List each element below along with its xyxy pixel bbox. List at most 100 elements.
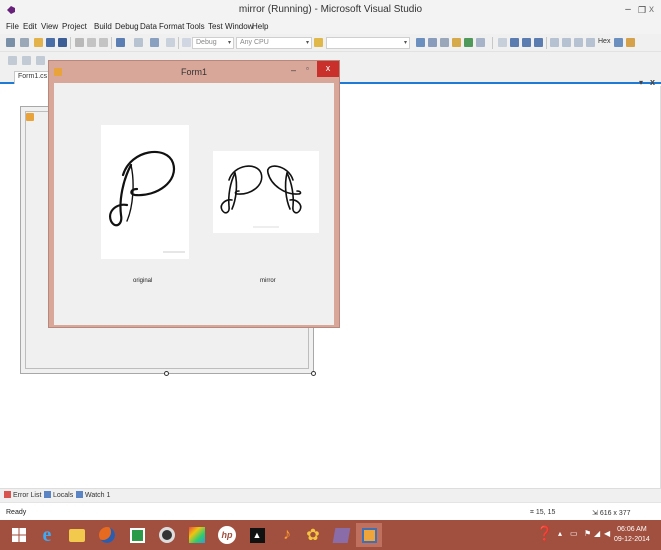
menu-help[interactable]: Help: [252, 22, 268, 31]
hp-button[interactable]: hp: [214, 523, 240, 547]
object-browser-icon[interactable]: [440, 38, 449, 47]
flower-icon: ✿: [306, 527, 320, 544]
menu-build[interactable]: Build: [94, 22, 112, 31]
menu-tools[interactable]: Tools: [186, 22, 205, 31]
windows-start-button[interactable]: [6, 523, 32, 547]
resize-handle-bottom[interactable]: [164, 371, 169, 376]
align-lefts-icon[interactable]: [8, 56, 17, 65]
properties-icon[interactable]: [428, 38, 437, 47]
navigate-forward-icon[interactable]: [166, 38, 175, 47]
toolbar-separator: [546, 37, 547, 49]
original-letter-p-image: [109, 150, 185, 253]
sound-button[interactable]: ✿: [300, 523, 326, 547]
step-over-icon[interactable]: [574, 38, 583, 47]
file-explorer-button[interactable]: [64, 523, 90, 547]
form1-close-button[interactable]: x: [317, 61, 339, 77]
step-out-icon[interactable]: [586, 38, 595, 47]
firefox-button[interactable]: [94, 523, 120, 547]
paste-icon[interactable]: [99, 38, 108, 47]
continue-icon[interactable]: [498, 38, 507, 47]
undo-icon[interactable]: [116, 38, 125, 47]
start-page-icon[interactable]: [464, 38, 473, 47]
menu-edit[interactable]: Edit: [23, 22, 37, 31]
internet-explorer-button[interactable]: e: [34, 523, 60, 547]
show-next-statement-icon[interactable]: [550, 38, 559, 47]
find-combo[interactable]: ▾: [326, 37, 410, 49]
new-project-icon[interactable]: [6, 38, 15, 47]
navigate-back-icon[interactable]: [150, 38, 159, 47]
cut-icon[interactable]: [75, 38, 84, 47]
form1-maximize-button[interactable]: ▫: [306, 64, 309, 73]
menu-view[interactable]: View: [41, 22, 58, 31]
terminal-button[interactable]: ▲: [244, 523, 270, 547]
music-button[interactable]: ♪: [274, 523, 300, 547]
store-button[interactable]: [124, 523, 150, 547]
status-position-value: 15, 15: [535, 509, 556, 516]
save-all-icon[interactable]: [58, 38, 67, 47]
original-caption: original: [133, 278, 153, 284]
original-picturebox: [101, 125, 189, 259]
extensions-icon[interactable]: [476, 38, 485, 47]
form1-titlebar[interactable]: Form1 – ▫ x: [49, 61, 339, 83]
media-button[interactable]: [154, 523, 180, 547]
hex-display-toggle[interactable]: Hex: [598, 38, 610, 45]
close-button[interactable]: x: [642, 0, 661, 20]
step-into-icon[interactable]: [562, 38, 571, 47]
redo-icon[interactable]: [134, 38, 143, 47]
solution-explorer-icon[interactable]: [416, 38, 425, 47]
form1-minimize-button[interactable]: –: [291, 65, 296, 75]
form-icon: [26, 113, 34, 121]
flag-icon[interactable]: ⚑: [584, 529, 591, 538]
show-hidden-icons-icon[interactable]: ▴: [558, 529, 562, 538]
align-centers-icon[interactable]: [22, 56, 31, 65]
menu-file[interactable]: File: [6, 22, 19, 31]
visual-studio-button[interactable]: [328, 523, 354, 547]
volume-icon[interactable]: ◀: [604, 529, 610, 538]
solution-config-select[interactable]: Debug ▾: [192, 37, 234, 49]
store-icon: [129, 527, 145, 543]
form1-client-area: original mirror: [54, 83, 334, 325]
form-app-button[interactable]: [356, 523, 382, 547]
network-icon[interactable]: ◢: [594, 529, 600, 538]
tab-locals[interactable]: Locals: [44, 491, 73, 499]
chevron-down-icon: ▾: [403, 40, 407, 46]
start-icon[interactable]: [182, 38, 191, 47]
copy-icon[interactable]: [87, 38, 96, 47]
stop-debugging-icon[interactable]: [522, 38, 531, 47]
system-clock[interactable]: 06:06 AM 09-12-2014: [614, 525, 650, 545]
toolbar-separator: [111, 37, 112, 49]
output-icon[interactable]: [626, 38, 635, 47]
form1-window[interactable]: Form1 – ▫ x original mirror: [48, 60, 340, 328]
menu-window[interactable]: Window: [225, 22, 253, 31]
status-position: ⌗ 15, 15: [530, 509, 555, 517]
status-bar: Ready ⌗ 15, 15 ⇲ 616 x 377: [0, 502, 661, 520]
solution-platform-select[interactable]: Any CPU ▾: [236, 37, 312, 49]
watch-icon[interactable]: [614, 38, 623, 47]
toolbox-icon[interactable]: [452, 38, 461, 47]
break-all-icon[interactable]: [510, 38, 519, 47]
battery-icon[interactable]: ▭: [570, 529, 578, 538]
tab-watch-1-label: Watch 1: [85, 492, 111, 499]
menu-data[interactable]: Data: [140, 22, 157, 31]
visual-studio-icon: [332, 527, 350, 543]
paint-button[interactable]: [184, 523, 210, 547]
status-text: Ready: [6, 509, 27, 516]
restart-icon[interactable]: [534, 38, 543, 47]
clock-date: 09-12-2014: [614, 536, 650, 543]
windows-taskbar: e hp ▲ ♪ ✿ ❓ ▴ ▭ ⚑ ◢ ◀ 06:06 AM 09-12-20…: [0, 520, 661, 550]
help-icon[interactable]: ❓: [536, 525, 553, 542]
save-icon[interactable]: [46, 38, 55, 47]
folder-icon: [69, 528, 85, 542]
tab-error-list[interactable]: Error List: [4, 491, 41, 499]
align-rights-icon[interactable]: [36, 56, 45, 65]
find-in-files-icon[interactable]: [314, 38, 323, 47]
tab-watch-1[interactable]: Watch 1: [76, 491, 110, 499]
resize-handle-corner[interactable]: [311, 371, 316, 376]
menu-format[interactable]: Format: [159, 22, 184, 31]
menu-debug[interactable]: Debug: [115, 22, 139, 31]
menu-project[interactable]: Project: [62, 22, 87, 31]
add-item-icon[interactable]: [20, 38, 29, 47]
toolbar-separator: [70, 37, 71, 49]
open-file-icon[interactable]: [34, 38, 43, 47]
menu-test[interactable]: Test: [208, 22, 223, 31]
